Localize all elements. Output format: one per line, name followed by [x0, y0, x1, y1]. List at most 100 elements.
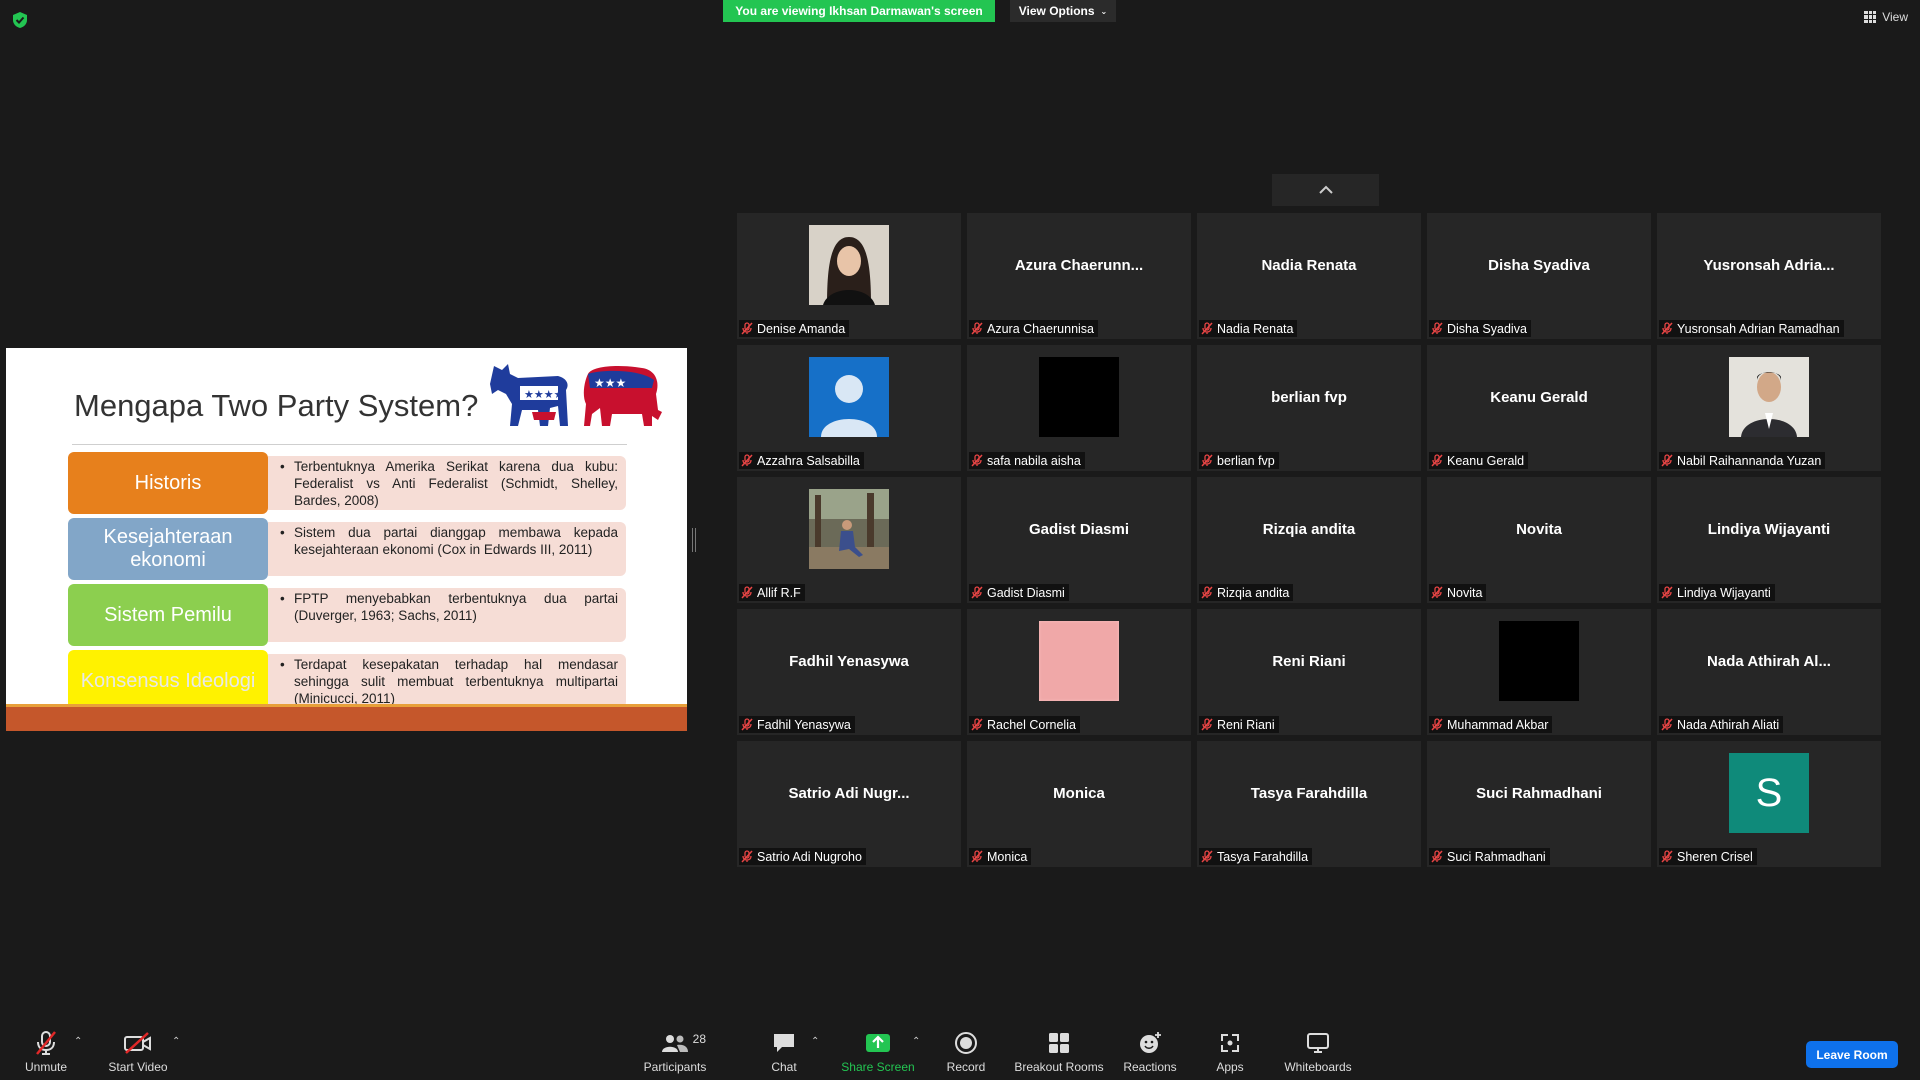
- reactions-button[interactable]: Reactions: [1123, 1024, 1177, 1074]
- participant-display-name: Disha Syadiva: [1488, 256, 1590, 274]
- participant-tile[interactable]: Rachel Cornelia: [967, 609, 1191, 735]
- mic-muted-icon: [1661, 322, 1673, 335]
- slide-row-historis: Historis Terbentuknya Amerika Serikat ka…: [68, 452, 636, 514]
- leave-room-button[interactable]: Leave Room: [1806, 1041, 1898, 1068]
- participant-name-label: Rachel Cornelia: [969, 716, 1080, 733]
- whiteboards-button[interactable]: Whiteboards: [1280, 1024, 1356, 1074]
- participant-name-label: Reni Riani: [1199, 716, 1279, 733]
- mic-muted-icon: [1661, 850, 1673, 863]
- participant-name: Keanu Gerald: [1447, 453, 1525, 468]
- unmute-button[interactable]: Unmute: [20, 1024, 72, 1074]
- mic-muted-icon: [1201, 454, 1213, 467]
- participant-tile[interactable]: Muhammad Akbar: [1427, 609, 1651, 735]
- participant-photo: [1729, 357, 1809, 437]
- start-video-label: Start Video: [108, 1060, 168, 1074]
- participant-name-label: safa nabila aisha: [969, 452, 1085, 469]
- start-video-button[interactable]: Start Video: [104, 1024, 172, 1074]
- mic-muted-icon: [1661, 454, 1673, 467]
- participant-name: Tasya Farahdilla: [1217, 849, 1309, 864]
- mic-muted-icon: [971, 454, 983, 467]
- panel-resize-handle[interactable]: [692, 528, 696, 552]
- participants-icon: [662, 1035, 688, 1052]
- tile-content: Fadhil Yenasywa: [737, 621, 961, 701]
- view-button[interactable]: View: [1864, 10, 1908, 24]
- breakout-rooms-button[interactable]: Breakout Rooms: [1012, 1024, 1106, 1074]
- participant-tile[interactable]: Nadia Renata Nadia Renata: [1197, 213, 1421, 339]
- security-shield-icon[interactable]: [12, 11, 28, 29]
- mic-muted-icon: [741, 322, 753, 335]
- participant-display-name: Suci Rahmadhani: [1476, 784, 1602, 802]
- view-options-button[interactable]: View Options ⌄: [1010, 0, 1116, 22]
- collapse-gallery-button[interactable]: [1272, 174, 1379, 206]
- tile-content: Disha Syadiva: [1427, 225, 1651, 305]
- participant-tile[interactable]: Reni Riani Reni Riani: [1197, 609, 1421, 735]
- participant-name-label: Tasya Farahdilla: [1199, 848, 1313, 865]
- mic-muted-icon: [1201, 718, 1213, 731]
- tile-content: Lindiya Wijayanti: [1657, 489, 1881, 569]
- default-avatar-icon: [809, 357, 889, 437]
- record-button[interactable]: Record: [940, 1024, 992, 1074]
- participant-name-label: Azura Chaerunnisa: [969, 320, 1099, 337]
- participant-name-label: Nadia Renata: [1199, 320, 1298, 337]
- apps-button[interactable]: Apps: [1210, 1024, 1250, 1074]
- participant-tile[interactable]: Suci Rahmadhani Suci Rahmadhani: [1427, 741, 1651, 867]
- svg-text:★★★★: ★★★★: [524, 388, 564, 401]
- participant-tile[interactable]: Azzahra Salsabilla: [737, 345, 961, 471]
- participant-tile[interactable]: Lindiya Wijayanti Lindiya Wijayanti: [1657, 477, 1881, 603]
- breakout-rooms-label: Breakout Rooms: [1014, 1060, 1104, 1074]
- participant-tile[interactable]: safa nabila aisha: [967, 345, 1191, 471]
- participant-tile[interactable]: Monica Monica: [967, 741, 1191, 867]
- participant-photo: [1499, 621, 1579, 701]
- participant-tile[interactable]: Keanu Gerald Keanu Gerald: [1427, 345, 1651, 471]
- participants-button[interactable]: 28 Participants: [640, 1024, 710, 1074]
- tile-content: berlian fvp: [1197, 357, 1421, 437]
- video-options-caret-icon[interactable]: ⌃: [172, 1036, 180, 1047]
- participant-name: Gadist Diasmi: [987, 585, 1065, 600]
- participant-name-label: Gadist Diasmi: [969, 584, 1069, 601]
- participant-tile[interactable]: Nada Athirah Al... Nada Athirah Aliati: [1657, 609, 1881, 735]
- grid-view-icon: [1864, 11, 1877, 23]
- share-options-caret-icon[interactable]: ⌃: [912, 1036, 920, 1047]
- participant-tile[interactable]: Gadist Diasmi Gadist Diasmi: [967, 477, 1191, 603]
- participant-tile[interactable]: Nabil Raihannanda Yuzan: [1657, 345, 1881, 471]
- participant-tile[interactable]: berlian fvp berlian fvp: [1197, 345, 1421, 471]
- participant-photo: [809, 489, 889, 569]
- participant-tile[interactable]: S Sheren Crisel: [1657, 741, 1881, 867]
- chat-button[interactable]: Chat: [760, 1024, 808, 1074]
- participant-tile[interactable]: Rizqia andita Rizqia andita: [1197, 477, 1421, 603]
- meeting-toolbar: Unmute ⌃ Start Video ⌃ 28 Participants C…: [0, 1018, 1920, 1080]
- participant-name: Yusronsah Adrian Ramadhan: [1677, 321, 1840, 336]
- mic-muted-icon: [1201, 850, 1213, 863]
- participant-tile[interactable]: Fadhil Yenasywa Fadhil Yenasywa: [737, 609, 961, 735]
- tile-content: Azura Chaerunn...: [967, 225, 1191, 305]
- participant-tile[interactable]: Tasya Farahdilla Tasya Farahdilla: [1197, 741, 1421, 867]
- participant-name-label: Azzahra Salsabilla: [739, 452, 864, 469]
- participant-name-label: berlian fvp: [1199, 452, 1279, 469]
- participant-display-name: Fadhil Yenasywa: [789, 652, 909, 670]
- participant-tile[interactable]: Yusronsah Adria... Yusronsah Adrian Ramad…: [1657, 213, 1881, 339]
- participant-tile[interactable]: Satrio Adi Nugr... Satrio Adi Nugroho: [737, 741, 961, 867]
- tile-content: [1427, 621, 1651, 701]
- participant-name: Lindiya Wijayanti: [1677, 585, 1771, 600]
- chat-options-caret-icon[interactable]: ⌃: [811, 1036, 819, 1047]
- participant-tile[interactable]: Azura Chaerunn... Azura Chaerunnisa: [967, 213, 1191, 339]
- svg-text:★★★: ★★★: [594, 376, 626, 390]
- participant-tile[interactable]: Allif R.F: [737, 477, 961, 603]
- participant-name: Reni Riani: [1217, 717, 1275, 732]
- tile-content: [737, 225, 961, 305]
- chevron-down-icon: ⌄: [1100, 6, 1108, 16]
- tile-content: [967, 621, 1191, 701]
- view-options-label: View Options: [1018, 4, 1095, 18]
- audio-options-caret-icon[interactable]: ⌃: [74, 1036, 82, 1047]
- mic-muted-icon: [1431, 586, 1443, 599]
- tile-content: Rizqia andita: [1197, 489, 1421, 569]
- participant-name-label: Muhammad Akbar: [1429, 716, 1553, 733]
- participant-tile[interactable]: Disha Syadiva Disha Syadiva: [1427, 213, 1651, 339]
- slide-row-konsensus: Konsensus Ideologi Terdapat kesepakatan …: [68, 650, 636, 712]
- share-screen-button[interactable]: Share Screen: [838, 1024, 918, 1074]
- participant-tile[interactable]: Denise Amanda: [737, 213, 961, 339]
- participant-name-label: Nabil Raihannanda Yuzan: [1659, 452, 1826, 469]
- slide-row-key: Historis: [68, 452, 268, 514]
- participant-display-name: Lindiya Wijayanti: [1707, 520, 1831, 538]
- participant-tile[interactable]: Novita Novita: [1427, 477, 1651, 603]
